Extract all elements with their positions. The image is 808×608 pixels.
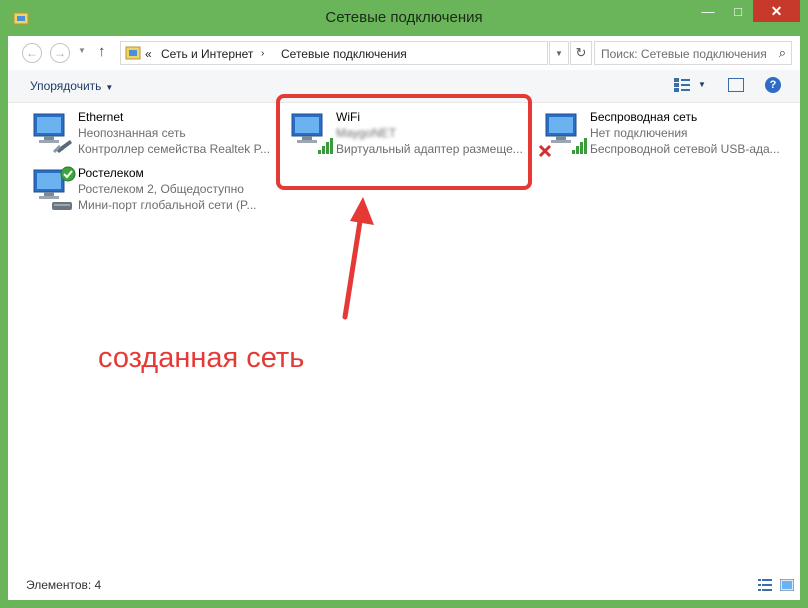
breadcrumb-item-network-connections[interactable]: Сетевые подключения — [281, 47, 407, 61]
wifi-disconnected-icon — [538, 113, 587, 158]
back-button[interactable]: ← — [22, 43, 42, 63]
highlight-box — [276, 94, 532, 190]
connection-device: Мини-порт глобальной сети (P... — [78, 198, 257, 212]
help-icon[interactable]: ? — [765, 77, 781, 93]
network-folder-icon — [125, 46, 141, 60]
breadcrumb-overflow[interactable]: « — [145, 47, 152, 61]
status-bar: Элементов: 4 — [8, 574, 800, 600]
title-bar[interactable]: Сетевые подключения — □ ✕ — [0, 0, 808, 36]
chevron-down-icon: ▼ — [555, 48, 563, 58]
wired-network-icon — [33, 113, 72, 154]
minimize-button[interactable]: — — [693, 0, 723, 22]
chevron-down-icon: ▼ — [105, 83, 114, 92]
connection-rostelecom[interactable]: Ростелеком Ростелеком 2, Общедоступно Ми… — [26, 166, 266, 218]
breadcrumb-separator[interactable]: › — [261, 48, 264, 59]
organize-menu-button[interactable]: Упорядочить ▼ — [30, 79, 113, 93]
preview-pane-icon[interactable] — [728, 78, 744, 92]
refresh-button[interactable]: ↻ — [570, 41, 592, 65]
window-title: Сетевые подключения — [325, 9, 483, 26]
arrow-up-icon: ↑ — [98, 43, 106, 60]
organize-label: Упорядочить — [30, 79, 102, 93]
change-view-icon[interactable] — [674, 78, 690, 92]
address-input[interactable]: « Сеть и Интернет › Сетевые подключения — [120, 41, 548, 65]
close-button[interactable]: ✕ — [753, 0, 800, 22]
connection-status: Неопознанная сеть — [78, 126, 186, 140]
breadcrumb-item-network-internet[interactable]: Сеть и Интернет — [161, 47, 253, 61]
details-view-icon[interactable] — [758, 579, 772, 591]
connection-wireless[interactable]: Беспроводная сеть Нет подключения Беспро… — [538, 110, 793, 162]
connection-name: Беспроводная сеть — [590, 110, 698, 124]
view-options-dropdown[interactable]: ▼ — [698, 80, 706, 89]
refresh-icon: ↻ — [575, 45, 587, 60]
annotation-arrow-icon — [342, 197, 374, 320]
annotation-label: созданная сеть — [98, 342, 305, 374]
search-input[interactable]: Поиск: Сетевые подключения ⌕ — [594, 41, 792, 65]
connection-ethernet[interactable]: Ethernet Неопознанная сеть Контроллер се… — [26, 110, 270, 162]
address-dropdown-button[interactable]: ▼ — [549, 41, 569, 65]
connection-name: Ethernet — [78, 110, 124, 124]
chevron-down-icon: ▼ — [698, 80, 706, 89]
large-icons-view-icon[interactable] — [780, 579, 794, 591]
forward-button[interactable]: → — [50, 43, 70, 63]
search-placeholder: Поиск: Сетевые подключения — [601, 47, 767, 61]
connection-status: Ростелеком 2, Общедоступно — [78, 182, 244, 196]
arrow-right-icon: → — [54, 46, 66, 60]
address-bar-row: ← → ▼ ↑ « Сеть и Интернет › Сетевые подк… — [8, 36, 800, 70]
connection-device: Контроллер семейства Realtek P... — [78, 142, 271, 156]
items-count: Элементов: 4 — [26, 578, 102, 592]
chevron-down-icon: ▼ — [78, 46, 86, 55]
recent-locations-dropdown[interactable]: ▼ — [78, 46, 86, 55]
arrow-left-icon: ← — [26, 46, 38, 60]
broadband-connected-icon — [33, 166, 76, 210]
maximize-button[interactable]: □ — [723, 0, 753, 22]
connection-status: Нет подключения — [590, 126, 688, 140]
connection-device: Беспроводной сетевой USB-ада... — [590, 142, 780, 156]
explorer-window: Сетевые подключения — □ ✕ ← → ▼ ↑ « Сеть… — [0, 0, 808, 608]
search-icon: ⌕ — [778, 45, 786, 60]
up-button[interactable]: ↑ — [98, 43, 106, 60]
connection-name: Ростелеком — [78, 166, 144, 180]
